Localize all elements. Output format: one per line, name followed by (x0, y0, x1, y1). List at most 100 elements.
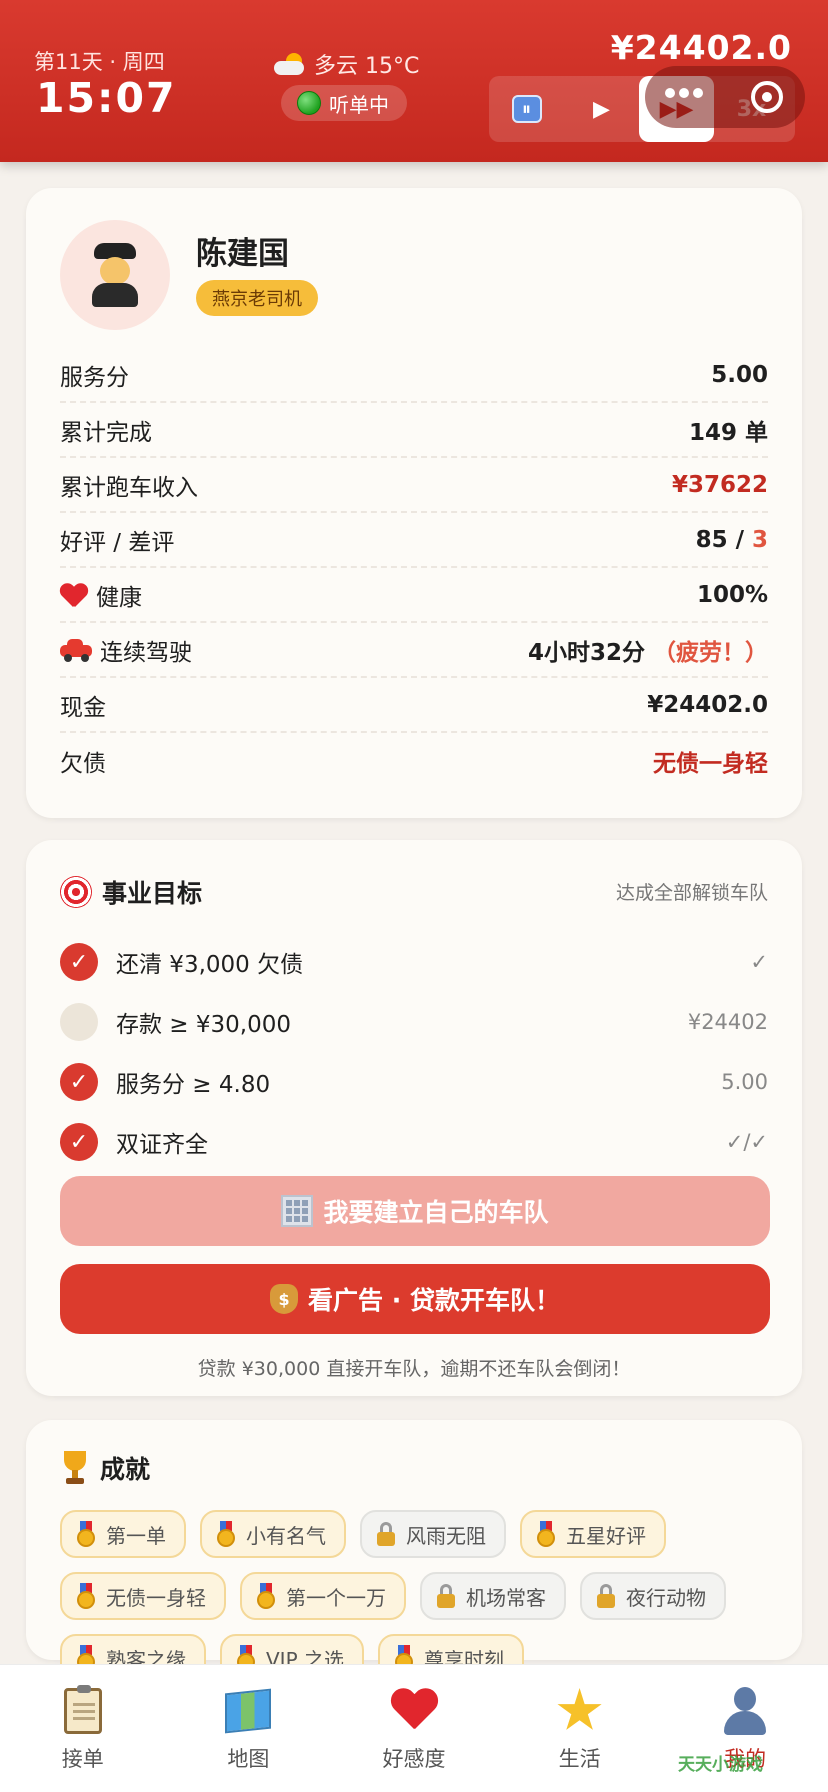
achievement-label: 第一个一万 (286, 1585, 386, 1610)
profile-card: 陈建国 燕京老司机 服务分 5.00 累计完成 149 单 累计跑车收入 ¥37… (26, 188, 802, 818)
status-label: 听单中 (329, 92, 389, 117)
unchecked-circle-icon (60, 1003, 98, 1041)
achievement-chip-locked[interactable]: 夜行动物 (580, 1572, 726, 1620)
target-dart-icon (60, 876, 92, 908)
stat-row-debt: 欠债 无债一身轻 (60, 733, 768, 788)
person-icon (722, 1687, 768, 1735)
goal-item: 存款 ≥ ¥30,000 ¥24402 (60, 992, 768, 1052)
stats-list: 服务分 5.00 累计完成 149 单 累计跑车收入 ¥37622 好评 / 差… (60, 348, 768, 788)
achievement-chip-locked[interactable]: 风雨无阻 (360, 1510, 506, 1558)
tab-label: 地图 (227, 1747, 270, 1771)
stat-label: 好评 / 差评 (60, 529, 175, 556)
stat-row-reviews: 好评 / 差评 85 / 3 (60, 513, 768, 568)
medal-icon (256, 1583, 276, 1609)
car-icon (60, 638, 92, 662)
achievement-label: 风雨无阻 (406, 1523, 486, 1548)
listening-status[interactable]: 听单中 (281, 85, 407, 121)
stat-value: 5.00 (711, 361, 768, 388)
stat-label: 累计跑车收入 (60, 474, 198, 501)
goal-label: 双证齐全 (116, 1132, 208, 1158)
achievement-label: 五星好评 (566, 1523, 646, 1548)
goal-label: 服务分 ≥ 4.80 (116, 1072, 271, 1098)
stat-value: 85 / 3 (696, 527, 768, 553)
medal-icon (76, 1521, 96, 1547)
goals-list: ✓ 还清 ¥3,000 欠债 ✓ 存款 ≥ ¥30,000 ¥24402 ✓ 服务分… (60, 932, 768, 1172)
trophy-icon (60, 1451, 90, 1485)
tab-orders[interactable]: 接单 (0, 1665, 166, 1792)
achievement-chip[interactable]: 第一单 (60, 1510, 186, 1558)
achievement-chip[interactable]: 五星好评 (520, 1510, 666, 1558)
close-target-icon[interactable] (751, 81, 783, 113)
stat-row-cash: 现金 ¥24402.0 (60, 678, 768, 733)
tab-map[interactable]: 地图 (166, 1665, 332, 1792)
achievements-card: 成就 第一单 小有名气 风雨无阻 五星好评 无债一身轻 第一个一万 机场常客 夜… (26, 1420, 802, 1682)
map-icon (225, 1688, 272, 1734)
loan-fleet-button[interactable]: $ 看广告 · 贷款开车队！ (60, 1264, 770, 1334)
driver-title-badge: 燕京老司机 (196, 280, 318, 316)
star-icon (557, 1688, 602, 1730)
money-bag-icon: $ (270, 1284, 299, 1314)
play-button[interactable]: ▶ (564, 76, 639, 142)
play-icon: ▶ (593, 96, 610, 122)
green-circle-icon (297, 91, 321, 115)
achievement-label: 夜行动物 (626, 1585, 706, 1610)
pilot-driver-icon (92, 243, 138, 307)
stat-value: 100% (696, 581, 768, 608)
loan-fleet-label: 看广告 · 贷款开车队！ (308, 1286, 560, 1315)
top-bar: 第11天 · 周四 15:07 多云 15°C 听单中 ¥24402.0 ⏸ ▶… (0, 0, 828, 162)
loan-note: 贷款 ¥30,000 直接开车队，逾期不还车队会倒闭！ (197, 1358, 631, 1380)
stat-label: 服务分 (60, 364, 129, 391)
achievement-list: 第一单 小有名气 风雨无阻 五星好评 无债一身轻 第一个一万 机场常客 夜行动物… (60, 1510, 780, 1682)
build-fleet-label: 我要建立自己的车队 (323, 1198, 549, 1227)
goal-status: ¥24402 (687, 1010, 768, 1034)
tab-affection[interactable]: 好感度 (331, 1665, 497, 1792)
tab-label: 接单 (61, 1747, 104, 1771)
pause-icon: ⏸ (511, 95, 542, 123)
goal-item: ✓ 服务分 ≥ 4.80 5.00 (60, 1052, 768, 1112)
career-goals-card: 事业目标 达成全部解锁车队 ✓ 还清 ¥3,000 欠债 ✓ 存款 ≥ ¥30,0… (26, 840, 802, 1396)
good-reviews: 85 / (695, 526, 752, 553)
pause-button[interactable]: ⏸ (489, 76, 564, 142)
weather: 多云 15°C (274, 48, 419, 80)
goal-status: ✓/✓ (725, 1130, 768, 1154)
mini-program-capsule (645, 66, 805, 128)
section-title: 事业目标 (60, 874, 202, 910)
build-fleet-button[interactable]: 我要建立自己的车队 (60, 1176, 770, 1246)
achievement-chip[interactable]: 第一个一万 (240, 1572, 406, 1620)
stat-value: ¥24402.0 (647, 691, 768, 718)
achievement-label: 无债一身轻 (106, 1585, 206, 1610)
check-icon: ✓ (60, 943, 98, 981)
stat-label: 健康 (96, 584, 142, 611)
achievement-label: 第一单 (106, 1523, 166, 1548)
tab-label: 生活 (558, 1747, 601, 1771)
avatar (60, 220, 170, 330)
stat-row-orders: 累计完成 149 单 (60, 403, 768, 458)
achievement-chip[interactable]: 无债一身轻 (60, 1572, 226, 1620)
stat-value: 4小时32分 （疲劳！） (528, 633, 768, 667)
achievement-chip[interactable]: 小有名气 (200, 1510, 346, 1558)
goal-status: 5.00 (721, 1070, 768, 1094)
check-icon: ✓ (60, 1063, 98, 1101)
tab-life[interactable]: 生活 (497, 1665, 663, 1792)
driving-duration: 4小时32分 (527, 639, 645, 666)
goal-item: ✓ 还清 ¥3,000 欠债 ✓ (60, 932, 768, 992)
medal-icon (216, 1521, 236, 1547)
section-title: 成就 (60, 1450, 150, 1486)
lock-icon (596, 1584, 616, 1608)
stat-row-health: 健康 100% (60, 568, 768, 623)
heart-icon (390, 1689, 438, 1733)
more-icon[interactable] (665, 88, 703, 98)
stat-value: 149 单 (688, 419, 768, 446)
medal-icon (76, 1583, 96, 1609)
stat-label: 累计完成 (60, 419, 152, 446)
partly-cloudy-icon (274, 53, 306, 75)
watermark-logo: 天天小游戏 (678, 1755, 763, 1775)
stat-value: 无债一身轻 (653, 750, 768, 777)
weather-text: 多云 15°C (314, 54, 420, 79)
stat-row-driving-time: 连续驾驶 4小时32分 （疲劳！） (60, 623, 768, 678)
achievement-label: 机场常客 (466, 1585, 546, 1610)
achievement-chip-locked[interactable]: 机场常客 (420, 1572, 566, 1620)
stat-row-income: 累计跑车收入 ¥37622 (60, 458, 768, 513)
game-time: 15:07 (36, 74, 177, 122)
lock-icon (436, 1584, 456, 1608)
